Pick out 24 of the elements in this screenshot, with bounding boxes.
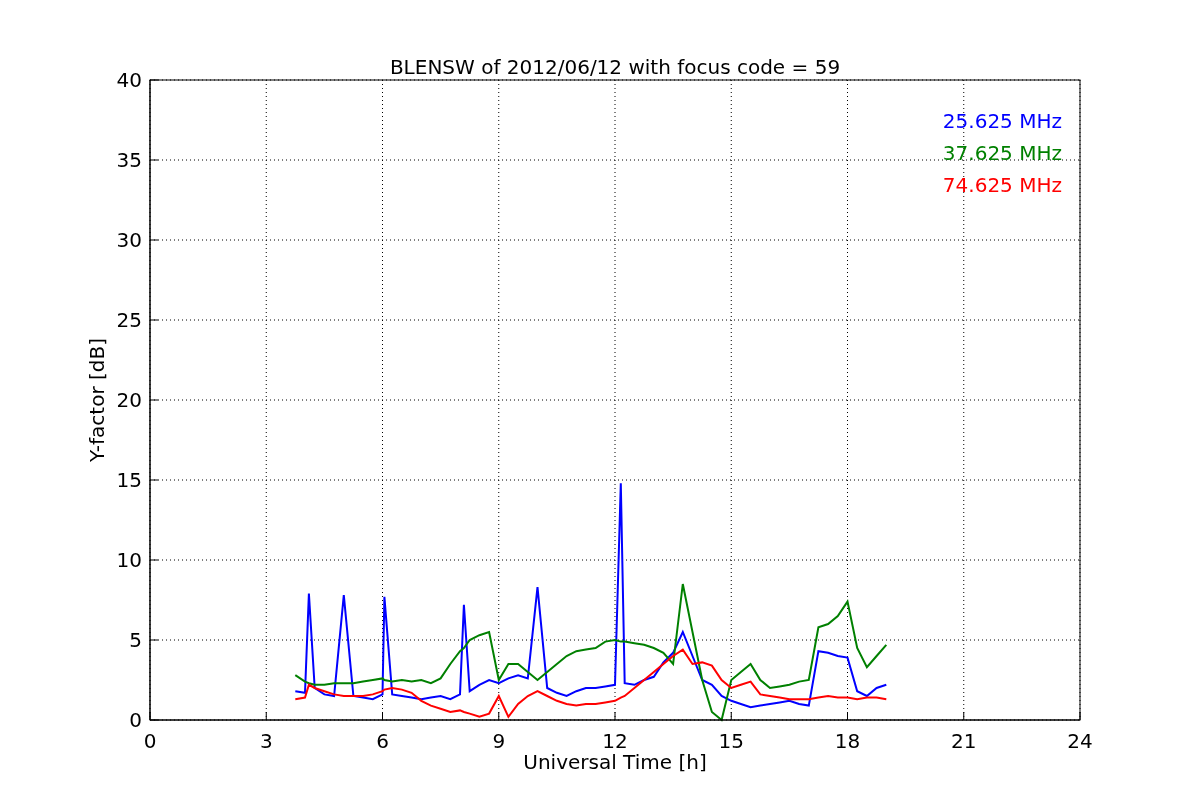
x-tick-label: 12 [602, 729, 628, 753]
x-tick-label: 0 [143, 729, 157, 753]
y-tick-label: 30 [116, 228, 142, 252]
y-tick-label: 20 [116, 388, 142, 412]
legend-label: 74.625 MHz [942, 173, 1062, 197]
legend-label: 25.625 MHz [942, 109, 1062, 133]
chart-title: BLENSW of 2012/06/12 with focus code = 59 [389, 55, 841, 79]
x-axis-label: Universal Time [h] [523, 750, 707, 774]
x-tick-label: 24 [1067, 729, 1093, 753]
y-tick-label: 40 [116, 68, 142, 92]
x-tick-label: 18 [834, 729, 861, 753]
legend-label: 37.625 MHz [942, 141, 1062, 165]
x-tick-label: 6 [376, 729, 389, 753]
y-tick-label: 10 [116, 548, 142, 572]
x-tick-label: 3 [259, 729, 273, 753]
x-tick-label: 15 [718, 729, 744, 753]
y-tick-label: 15 [116, 468, 142, 492]
y-tick-label: 5 [129, 628, 142, 652]
x-tick-label: 9 [492, 729, 506, 753]
y-tick-label: 0 [129, 708, 142, 732]
y-axis-label: Y-factor [dB] [85, 338, 109, 462]
x-tick-label: 21 [951, 729, 977, 753]
y-tick-label: 25 [116, 308, 142, 332]
y-tick-label: 35 [116, 148, 142, 172]
